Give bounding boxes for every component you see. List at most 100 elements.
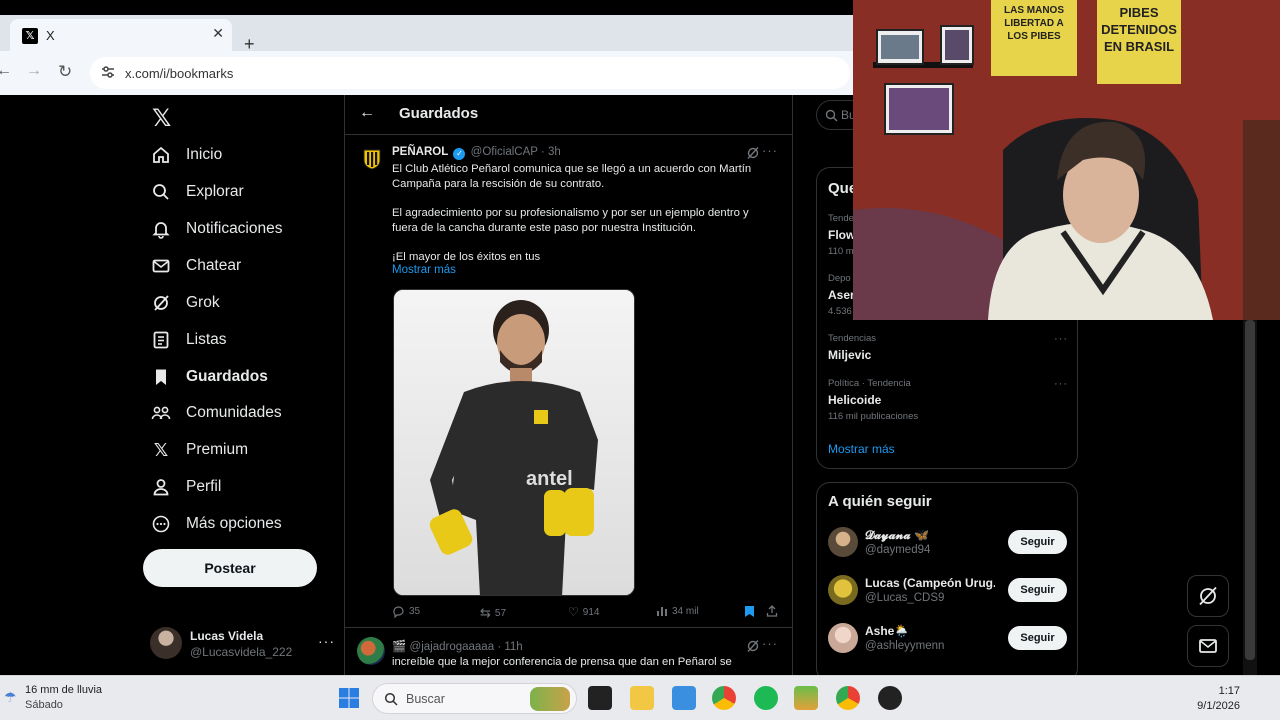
search-icon <box>384 692 398 706</box>
spotify-icon[interactable] <box>754 686 778 710</box>
tweet-author-handle[interactable]: @jajadrogaaaaa <box>410 641 495 653</box>
trend-more-icon[interactable]: ··· <box>1054 378 1068 390</box>
sidebar-item-explorar[interactable]: Explorar <box>150 177 244 207</box>
reply-button[interactable]: 35 <box>392 605 420 618</box>
repost-icon: ⇆ <box>480 605 491 620</box>
account-switcher[interactable]: Lucas Videla @Lucasvidela_222 ··· <box>150 627 335 663</box>
account-name: Lucas Videla <box>190 629 264 643</box>
tweet-author-name[interactable]: 🎬 <box>392 641 406 653</box>
windows-start-icon[interactable] <box>338 687 360 709</box>
main-column: ← Guardados PEÑAROL ✓ @OficialCAP · 3h ·… <box>344 95 793 675</box>
follow-title: A quién seguir <box>828 493 932 510</box>
taskbar-search[interactable]: Buscar <box>372 683 577 714</box>
follow-button[interactable]: Seguir <box>1008 626 1067 650</box>
reply-icon <box>393 606 404 618</box>
window-top-strip <box>0 0 853 15</box>
address-bar[interactable]: x.com/i/bookmarks <box>90 57 850 89</box>
tweet[interactable]: PEÑAROL ✓ @OficialCAP · 3h ··· El Club A… <box>345 136 792 628</box>
system-clock[interactable]: 1:17 9/1/2026 <box>1197 684 1240 714</box>
person-icon <box>150 476 172 498</box>
tab-bar: 𝕏 X ✕ + <box>0 15 853 53</box>
chrome-icon[interactable] <box>712 686 736 710</box>
grok-float-button[interactable] <box>1187 575 1229 617</box>
follow-button[interactable]: Seguir <box>1008 530 1067 554</box>
more-circle-icon <box>150 513 172 535</box>
search-highlight-icon <box>530 687 570 711</box>
sidebar-item-premium[interactable]: 𝕏 Premium <box>150 435 248 465</box>
grok-icon[interactable] <box>746 146 760 160</box>
tweet-more-icon[interactable]: ··· <box>762 636 778 651</box>
scrollbar-thumb[interactable] <box>1245 320 1255 660</box>
post-button[interactable]: Postear <box>143 549 317 587</box>
sidebar-item-perfil[interactable]: Perfil <box>150 472 221 502</box>
bluestacks-icon[interactable] <box>794 686 818 710</box>
share-button[interactable] <box>766 605 778 617</box>
who-to-follow-card: A quién seguir 𝓓𝓪𝔂𝓪𝓷𝓪 🦋 @daymed94 Seguir… <box>816 482 1078 675</box>
avatar[interactable] <box>357 637 385 665</box>
browser-tab[interactable]: 𝕏 X ✕ <box>10 19 232 51</box>
chrome-profile-icon[interactable] <box>836 686 860 710</box>
avatar <box>828 575 858 605</box>
sidebar-item-chatear[interactable]: Chatear <box>150 251 241 281</box>
grok-icon <box>1199 586 1217 606</box>
grok-icon[interactable] <box>746 639 760 653</box>
follow-handle: @Lucas_CDS9 <box>865 592 945 604</box>
follow-suggestion[interactable]: 𝓓𝓪𝔂𝓪𝓷𝓪 🦋 @daymed94 Seguir <box>828 525 1068 559</box>
bookmark-button[interactable] <box>744 605 755 618</box>
sidebar-item-grok[interactable]: Grok <box>150 288 220 318</box>
tweet-more-icon[interactable]: ··· <box>762 143 778 158</box>
account-handle: @Lucasvidela_222 <box>190 645 293 659</box>
tab-title: X <box>46 28 55 43</box>
more-icon[interactable]: ··· <box>318 633 335 649</box>
file-explorer-icon[interactable] <box>630 686 654 710</box>
sidebar-item-mas-opciones[interactable]: Más opciones <box>150 509 282 539</box>
tweet-author-handle[interactable]: @OficialCAP <box>471 146 538 158</box>
show-more-trends-link[interactable]: Mostrar más <box>828 442 895 456</box>
penarol-crest-avatar[interactable] <box>361 148 383 170</box>
tweet-time: · 3h <box>540 146 561 158</box>
trend-more-icon[interactable]: ··· <box>1054 333 1068 345</box>
back-icon[interactable]: ← <box>0 62 12 80</box>
weather-text: 16 mm de lluvia <box>25 684 103 696</box>
x-logo-icon[interactable]: 𝕏 <box>152 104 171 133</box>
tweet-photo[interactable]: antel <box>393 289 635 596</box>
sidebar-item-comunidades[interactable]: Comunidades <box>150 398 282 428</box>
tweet[interactable]: 🎬 @jajadrogaaaaa · 11h ··· increíble que… <box>345 629 792 675</box>
obs-icon[interactable] <box>878 686 902 710</box>
follow-suggestion[interactable]: Lucas (Campeón Urug... @Lucas_CDS9 Segui… <box>828 573 1068 607</box>
sidebar-item-inicio[interactable]: Inicio <box>150 140 222 170</box>
svg-text:antel: antel <box>526 468 573 490</box>
views-button[interactable]: 34 mil <box>656 605 699 617</box>
close-tab-icon[interactable]: ✕ <box>212 25 224 42</box>
show-more-link[interactable]: Mostrar más <box>392 264 456 276</box>
trend-item[interactable]: Política · Tendencia Helicoide 116 mil p… <box>828 378 1068 422</box>
forward-icon[interactable]: → <box>26 62 42 80</box>
clock-date: 9/1/2026 <box>1197 700 1240 712</box>
tweet-header: 🎬 @jajadrogaaaaa · 11h <box>392 639 523 653</box>
tweet-text: increíble que la mejor conferencia de pr… <box>392 656 732 668</box>
taskbar: ☂ 16 mm de lluvia Sábado Buscar 1:17 9/1… <box>0 675 1280 720</box>
task-view-icon[interactable] <box>588 686 612 710</box>
mail-app-icon[interactable] <box>672 686 696 710</box>
webcam-overlay: LAS MANOS LIBERTAD A LOS PIBES PIBES DET… <box>853 0 1280 320</box>
page-title: Guardados <box>399 105 479 122</box>
repost-button[interactable]: ⇆ 57 <box>480 605 506 621</box>
follow-suggestion[interactable]: Ashe🌦️ @ashleyymenn Seguir <box>828 621 1068 655</box>
back-arrow-icon[interactable]: ← <box>359 104 375 122</box>
follow-button[interactable]: Seguir <box>1008 578 1067 602</box>
tweet-author-name[interactable]: PEÑAROL <box>392 146 448 158</box>
tweet-header: PEÑAROL ✓ @OficialCAP · 3h <box>392 146 561 160</box>
sidebar-item-listas[interactable]: Listas <box>150 325 227 355</box>
people-icon <box>150 402 172 424</box>
site-settings-icon[interactable] <box>100 64 116 80</box>
messages-float-button[interactable] <box>1187 625 1229 667</box>
avatar <box>828 623 858 653</box>
trend-item[interactable]: Tendencias Miljevic ··· <box>828 333 1068 362</box>
sidebar-item-label: Más opciones <box>186 515 282 532</box>
sidebar-item-guardados[interactable]: Guardados <box>150 362 268 392</box>
sidebar-item-notificaciones[interactable]: Notificaciones <box>150 214 283 244</box>
like-button[interactable]: ♡ 914 <box>568 605 599 619</box>
sidebar-item-label: Guardados <box>186 368 268 385</box>
reload-icon[interactable]: ↻ <box>58 62 72 82</box>
follow-handle: @ashleyymenn <box>865 640 945 652</box>
